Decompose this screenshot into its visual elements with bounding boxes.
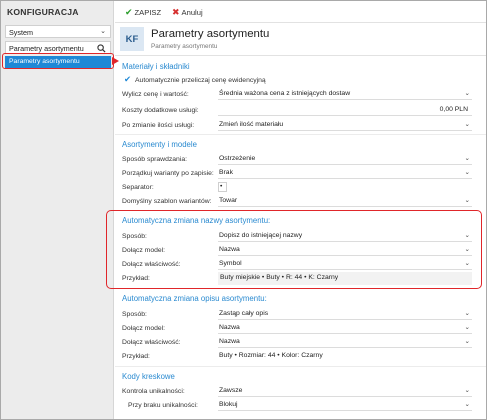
section-divider: [115, 366, 486, 367]
select-price-calc-value: Średnia ważona cena z istniejących dosta…: [219, 90, 351, 97]
section-title-auto-desc: Automatyczna zmiana opisu asortymentu:: [122, 294, 267, 303]
select-check-mode[interactable]: Ostrzeżenie ⌄: [218, 154, 472, 165]
select-desc-property-value: Nazwa: [219, 338, 240, 345]
select-price-calc[interactable]: Średnia ważona cena z istniejących dosta…: [218, 89, 472, 100]
label-desc-model: Dołącz model:: [122, 325, 166, 332]
select-desc-property[interactable]: Nazwa ⌄: [218, 337, 472, 348]
chevron-down-icon: ⌄: [464, 121, 470, 128]
select-default-template[interactable]: Towar ⌄: [218, 196, 472, 207]
section-divider: [115, 134, 486, 135]
save-label: ZAPISZ: [134, 8, 162, 17]
select-uniqueness-check[interactable]: Zawsze ⌄: [218, 386, 472, 397]
label-separator: Separator:: [122, 184, 154, 191]
section-title-materials: Materiały i składniki: [122, 62, 190, 71]
search-icon[interactable]: [97, 44, 106, 53]
select-default-template-value: Towar: [219, 197, 238, 204]
cancel-button[interactable]: ✖ Anuluj: [172, 7, 203, 18]
sidebar-title: KONFIGURACJA: [7, 7, 79, 17]
chevron-down-icon: ⌄: [464, 155, 470, 162]
select-desc-mode-value: Zastąp cały opis: [219, 310, 269, 317]
module-select-value: System: [9, 28, 33, 37]
chevron-down-icon: ⌄: [464, 338, 470, 345]
chevron-down-icon: ⌄: [464, 387, 470, 394]
module-badge: KF: [120, 27, 144, 51]
chevron-down-icon: ⌄: [100, 28, 106, 35]
page-header: KF Parametry asortymentu Parametry asort…: [115, 23, 486, 56]
label-desc-property: Dołącz właściwość:: [122, 339, 181, 346]
label-no-uniqueness: Przy braku unikalności:: [128, 402, 198, 409]
checkbox-auto-recalc[interactable]: ✔: [124, 74, 131, 85]
module-select[interactable]: System ⌄: [5, 25, 111, 38]
select-no-uniqueness-value: Blokuj: [219, 401, 238, 408]
checkmark-icon: ✔: [125, 7, 133, 17]
checkbox-auto-recalc-label: Automatycznie przeliczaj cenę ewidencyjn…: [135, 77, 266, 84]
chevron-down-icon: ⌄: [464, 324, 470, 331]
highlight-frame-sidebar: [2, 53, 114, 69]
section-title-barcodes: Kody kreskowe: [122, 372, 175, 381]
input-separator[interactable]: •: [218, 182, 227, 192]
select-after-qty-change[interactable]: Zmień ilość materiału ⌄: [218, 120, 472, 131]
select-check-mode-value: Ostrzeżenie: [219, 155, 256, 162]
chevron-down-icon: ⌄: [464, 197, 470, 204]
select-no-uniqueness[interactable]: Blokuj ⌄: [218, 400, 472, 411]
search-input-value: Parametry asortymentu: [9, 44, 84, 53]
label-default-template: Domyślny szablon wariantów:: [122, 198, 212, 205]
label-after-qty-change: Po zmianie ilości usługi:: [122, 122, 195, 129]
cancel-label: Anuluj: [181, 8, 203, 17]
select-sort-variants-value: Brak: [219, 169, 233, 176]
page-title: Parametry asortymentu: [151, 28, 270, 40]
chevron-down-icon: ⌄: [464, 169, 470, 176]
select-sort-variants[interactable]: Brak ⌄: [218, 168, 472, 179]
select-uniqueness-check-value: Zawsze: [219, 387, 243, 394]
label-check-mode: Sposób sprawdzania:: [122, 156, 187, 163]
label-desc-mode: Sposób:: [122, 311, 147, 318]
save-button[interactable]: ✔ ZAPISZ: [125, 7, 161, 18]
section-title-assortment: Asortymenty i modele: [122, 140, 197, 149]
input-additional-costs[interactable]: 0,00 PLN: [218, 105, 472, 116]
highlight-frame-auto-name: [106, 210, 482, 289]
chevron-down-icon: ⌄: [464, 401, 470, 408]
label-desc-example: Przykład:: [122, 353, 150, 360]
label-additional-costs: Koszty dodatkowe usługi:: [122, 107, 199, 114]
chevron-down-icon: ⌄: [464, 310, 470, 317]
close-icon: ✖: [172, 7, 180, 17]
label-sort-variants: Porządkuj warianty po zapisie:: [122, 170, 214, 177]
chevron-down-icon: ⌄: [464, 90, 470, 97]
toolbar: ✔ ZAPISZ ✖ Anuluj: [115, 1, 486, 23]
label-price-calc: Wylicz cenę i wartość:: [122, 91, 189, 98]
select-desc-mode[interactable]: Zastąp cały opis ⌄: [218, 309, 472, 320]
page-subtitle: Parametry asortymentu: [151, 43, 218, 50]
select-desc-model-value: Nazwa: [219, 324, 240, 331]
label-uniqueness-check: Kontrola unikalności:: [122, 388, 185, 395]
select-desc-model[interactable]: Nazwa ⌄: [218, 323, 472, 334]
select-after-qty-change-value: Zmień ilość materiału: [219, 121, 284, 128]
desc-example-value: Buty • Rozmiar: 44 • Kolor: Czarny: [219, 352, 323, 359]
